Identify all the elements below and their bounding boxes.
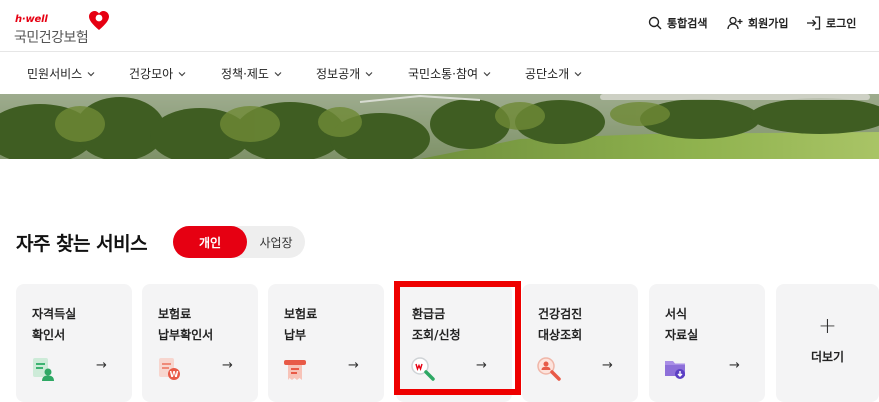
nav-item-disclosure[interactable]: 정보공개 <box>316 65 373 82</box>
payment-receipt-icon <box>284 360 306 380</box>
main-nav: 민원서비스 건강모아 정책·제도 정보공개 국민소통·참여 공단소개 <box>0 53 879 93</box>
chevron-down-icon <box>87 71 95 76</box>
chevron-down-icon <box>178 71 186 76</box>
plus-icon: + <box>818 314 837 339</box>
arrow-right-icon: → <box>96 358 107 373</box>
join-label: 회원가입 <box>748 17 789 30</box>
card-label: 건강검진 대상조회 <box>538 307 583 342</box>
login-link[interactable]: 로그인 <box>806 14 856 32</box>
nav-item-label: 정책·제도 <box>221 67 269 81</box>
heart-logo-icon <box>89 11 109 30</box>
login-icon <box>807 16 821 30</box>
section-title: 자주 찾는 서비스 <box>16 233 148 255</box>
nav-item-label: 민원서비스 <box>27 67 83 81</box>
integrated-search-label: 통합검색 <box>667 17 708 30</box>
arrow-right-icon: → <box>602 358 613 373</box>
logo-text: 국민건강보험 <box>14 30 89 46</box>
integrated-search-link[interactable]: 통합검색 <box>648 14 707 32</box>
arrow-right-icon: → <box>348 358 359 373</box>
arrow-right-icon: → <box>729 358 740 373</box>
nav-item-health-moa[interactable]: 건강모아 <box>129 65 186 82</box>
certificate-person-icon <box>33 358 54 381</box>
more-services-card[interactable]: + 더보기 <box>776 284 879 402</box>
highlight-box <box>394 281 521 395</box>
search-icon <box>648 16 662 30</box>
card-label: 보험료 납부 <box>284 307 318 342</box>
more-label: 더보기 <box>810 350 845 364</box>
chevron-down-icon <box>365 71 373 76</box>
service-card-premium-payment[interactable]: 보험료 납부 → <box>268 284 384 402</box>
site-logo[interactable]: h·well 국민건강보험 <box>14 10 124 46</box>
nav-item-label: 공단소개 <box>525 67 570 81</box>
logo-hwell: h·well <box>15 14 48 25</box>
service-card-forms[interactable]: 서식 자료실 → <box>649 284 765 402</box>
service-card-premium-certificate[interactable]: 보험료 납부확인서 W → <box>142 284 258 402</box>
checkup-search-icon <box>537 357 561 381</box>
card-label: 보험료 납부확인서 <box>158 307 214 342</box>
chevron-down-icon <box>574 71 582 76</box>
arrow-right-icon: → <box>222 358 233 373</box>
toggle-personal[interactable]: 개인 <box>173 226 247 258</box>
top-bar: h·well 국민건강보험 통합검색 회원가입 로그인 <box>0 0 879 52</box>
nav-item-policy[interactable]: 정책·제도 <box>221 65 282 82</box>
service-card-eligibility[interactable]: 자격득실 확인서 → <box>16 284 132 402</box>
nav-item-label: 정보공개 <box>316 67 361 81</box>
nav-item-label: 국민소통·참여 <box>408 67 479 81</box>
folder-download-icon <box>665 361 685 379</box>
nav-item-label: 건강모아 <box>129 67 174 81</box>
chevron-down-icon <box>483 71 491 76</box>
login-label: 로그인 <box>826 17 857 30</box>
payment-document-icon: W <box>159 358 180 380</box>
nav-item-participation[interactable]: 국민소통·참여 <box>408 65 491 82</box>
chevron-down-icon <box>274 71 282 76</box>
join-link[interactable]: 회원가입 <box>727 14 788 32</box>
hero-banner-image <box>0 94 879 159</box>
add-user-icon <box>727 16 743 30</box>
card-label: 자격득실 확인서 <box>32 307 77 342</box>
toggle-business[interactable]: 사업장 <box>247 226 305 258</box>
nav-item-civil-service[interactable]: 민원서비스 <box>27 65 95 82</box>
service-card-checkup[interactable]: 건강검진 대상조회 → <box>522 284 638 402</box>
user-type-toggle: 개인 사업장 <box>173 226 305 258</box>
nav-item-about[interactable]: 공단소개 <box>525 65 582 82</box>
card-label: 서식 자료실 <box>665 307 699 342</box>
svg-text:W: W <box>170 370 179 379</box>
